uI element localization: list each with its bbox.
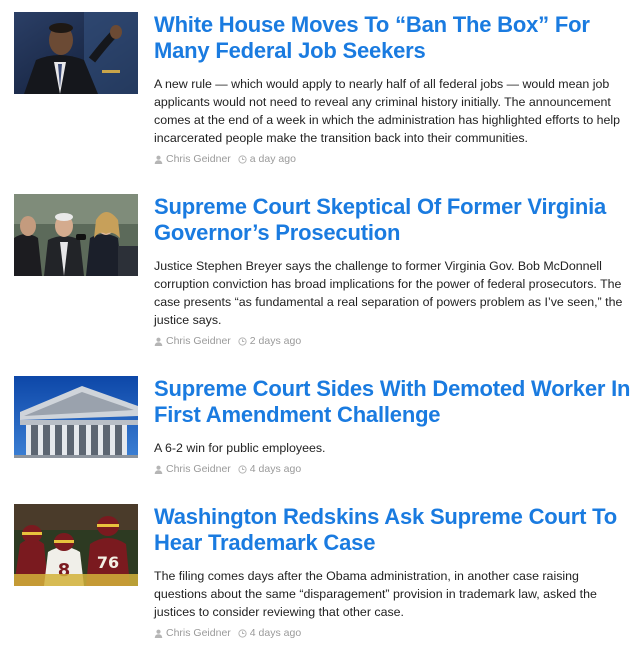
- article-content: Supreme Court Sides With Demoted Worker …: [154, 376, 634, 476]
- article-headline[interactable]: Supreme Court Skeptical Of Former Virgin…: [154, 194, 634, 246]
- person-icon: [154, 337, 163, 346]
- article-summary: Justice Stephen Breyer says the challeng…: [154, 259, 623, 327]
- article-feed: White House Moves To “Ban The Box” For M…: [0, 0, 639, 652]
- article-meta: Chris Geidner 4 days ago: [154, 462, 634, 476]
- article-thumbnail[interactable]: [14, 194, 138, 276]
- published-time: a day ago: [249, 153, 296, 165]
- mcdonnell-photo: [14, 194, 138, 276]
- author-name[interactable]: Chris Geidner: [166, 153, 231, 165]
- author-name[interactable]: Chris Geidner: [166, 463, 231, 475]
- article-headline[interactable]: Washington Redskins Ask Supreme Court To…: [154, 504, 634, 556]
- article-thumbnail[interactable]: 8 76: [14, 504, 138, 586]
- supreme-court-photo: [14, 376, 138, 458]
- article-summary: A new rule — which would apply to nearly…: [154, 77, 621, 145]
- clock-icon: [238, 464, 247, 474]
- article-headline[interactable]: White House Moves To “Ban The Box” For M…: [154, 12, 634, 64]
- article-thumbnail[interactable]: [14, 376, 138, 458]
- clock-icon: [238, 628, 247, 638]
- article-content: White House Moves To “Ban The Box” For M…: [154, 12, 634, 166]
- article-meta: Chris Geidner 2 days ago: [154, 334, 634, 348]
- article-meta: Chris Geidner a day ago: [154, 152, 634, 166]
- article-thumbnail[interactable]: [14, 12, 138, 94]
- article-summary: A 6-2 win for public employees.: [154, 441, 326, 455]
- author-name[interactable]: Chris Geidner: [166, 627, 231, 639]
- published-time: 4 days ago: [249, 463, 302, 475]
- person-icon: [154, 465, 163, 474]
- person-icon: [154, 629, 163, 638]
- clock-icon: [238, 336, 247, 346]
- article-headline[interactable]: Supreme Court Sides With Demoted Worker …: [154, 376, 634, 428]
- clock-icon: [238, 154, 247, 164]
- published-time: 4 days ago: [249, 627, 302, 639]
- article-content: Washington Redskins Ask Supreme Court To…: [154, 504, 634, 640]
- article-summary: The filing comes days after the Obama ad…: [154, 569, 597, 619]
- published-time: 2 days ago: [249, 335, 302, 347]
- author-name[interactable]: Chris Geidner: [166, 335, 231, 347]
- person-icon: [154, 155, 163, 164]
- obama-photo: [14, 12, 138, 94]
- svg-text:76: 76: [97, 553, 119, 572]
- article-meta: Chris Geidner 4 days ago: [154, 626, 634, 640]
- redskins-football-photo: 8 76: [14, 504, 138, 586]
- article-content: Supreme Court Skeptical Of Former Virgin…: [154, 194, 634, 348]
